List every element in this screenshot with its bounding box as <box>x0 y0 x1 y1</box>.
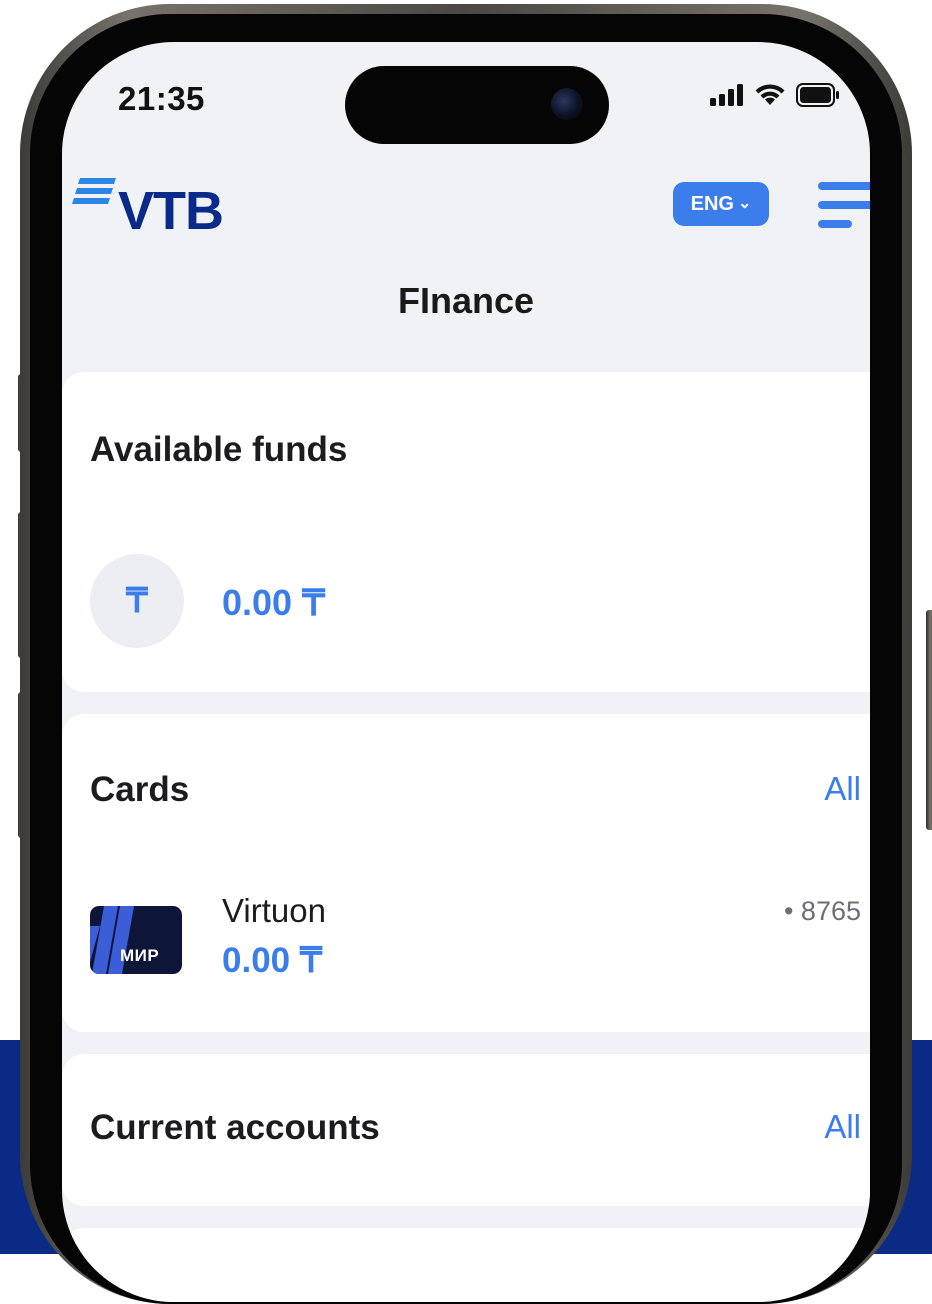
mir-card-icon: МИР <box>90 906 182 974</box>
status-icons <box>710 80 840 110</box>
card-balance: 0.00 ₸ <box>222 941 323 980</box>
current-accounts-title: Current accounts <box>90 1108 380 1147</box>
wifi-icon <box>755 84 785 105</box>
current-accounts-all-link[interactable]: All <box>824 1108 861 1146</box>
dynamic-island <box>345 66 609 144</box>
chevron-down-icon: ⌄ <box>737 195 752 212</box>
phone-screen: 21:35 VTB ENG ⌄ FInance Available funds … <box>62 42 870 1302</box>
status-time: 21:35 <box>118 80 205 117</box>
language-selector[interactable]: ENG ⌄ <box>673 182 769 226</box>
current-accounts-section: Current accounts All <box>62 1054 870 1206</box>
language-label: ENG <box>690 192 734 215</box>
next-section-card <box>62 1228 870 1302</box>
tenge-currency-icon: ₸ <box>90 554 184 648</box>
power-button <box>926 610 932 830</box>
vtb-logo-stripes-icon <box>72 178 116 204</box>
card-name: Virtuon <box>222 892 326 929</box>
available-funds-title: Available funds <box>90 430 348 469</box>
card-list-item[interactable]: МИР Virtuon 0.00 ₸ • 8765 <box>62 714 870 1032</box>
cards-section: Cards All МИР Virtuon 0.00 ₸ • 8765 <box>62 714 870 1032</box>
page-title: FInance <box>397 280 535 321</box>
logo-text: VTB <box>118 181 224 241</box>
available-funds-amount: 0.00 ₸ <box>222 582 325 623</box>
card-number: • 8765 <box>783 896 861 926</box>
front-camera-icon <box>551 88 583 120</box>
mir-brand-label: МИР <box>120 946 160 965</box>
signal-icon <box>710 84 743 106</box>
hamburger-menu-icon[interactable] <box>818 182 870 228</box>
battery-icon <box>796 83 839 107</box>
available-funds-card[interactable]: Available funds ₸ 0.00 ₸ <box>62 372 870 692</box>
